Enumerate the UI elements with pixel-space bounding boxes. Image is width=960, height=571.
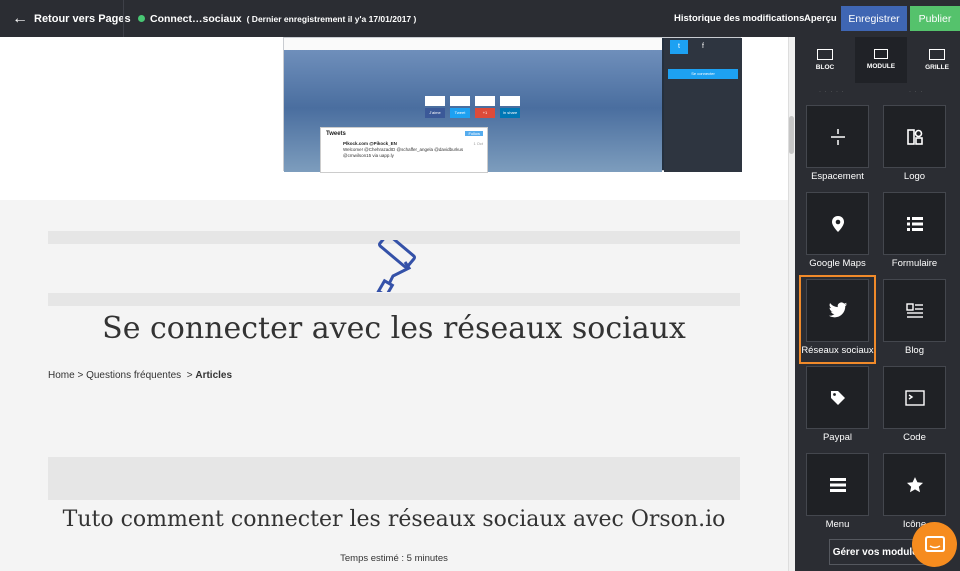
- breadcrumb-faq[interactable]: Questions fréquentes: [86, 370, 181, 381]
- module-tile-blog[interactable]: [883, 279, 946, 342]
- module-label: Paypal: [822, 432, 853, 443]
- separator-dots: · · ·: [909, 89, 924, 95]
- module-tile-logo[interactable]: [883, 105, 946, 168]
- history-link[interactable]: Historique des modifications: [674, 0, 804, 37]
- module-label: Logo: [903, 171, 926, 182]
- divider-bar: [48, 293, 740, 306]
- tweet-counter: [450, 96, 470, 106]
- tab-grille[interactable]: GRILLE: [911, 37, 960, 83]
- page-name: Connect…sociaux: [150, 12, 242, 25]
- tab-module[interactable]: MODULE: [855, 37, 907, 83]
- scrollbar-thumb[interactable]: [789, 116, 794, 154]
- page-status: Connect…sociaux ( Dernier enregistrement…: [138, 0, 416, 37]
- module-label: Espacement: [811, 171, 864, 182]
- tab-label: GRILLE: [925, 64, 949, 71]
- module-tile-form[interactable]: [883, 192, 946, 255]
- editor-canvas[interactable]: J'aime Tweet +1 In share Tweets Follow P…: [0, 37, 788, 571]
- tweet-date: 1 Oct: [473, 141, 483, 146]
- tab-label: BLOC: [815, 64, 835, 71]
- status-dot-icon: [138, 15, 145, 22]
- chat-icon: [924, 535, 945, 552]
- screenshot-main: J'aime Tweet +1 In share Tweets Follow P…: [284, 38, 662, 173]
- module-label: Formulaire: [891, 258, 938, 269]
- embedded-screenshot: J'aime Tweet +1 In share Tweets Follow P…: [283, 37, 742, 173]
- tweets-widget: Tweets Follow Plkock.com @Pikock_EN 1 Oc…: [320, 127, 488, 173]
- tweet-text: Welcome! @ChehrazadID @schaffer_angela @…: [343, 147, 464, 158]
- preview-link[interactable]: Aperçu: [804, 0, 837, 37]
- twitter-icon: t: [670, 40, 688, 54]
- tab-label: MODULE: [866, 63, 896, 70]
- tweets-title: Tweets: [326, 131, 346, 137]
- tag-icon: [830, 390, 845, 405]
- map-pin-icon: [831, 215, 844, 232]
- grid-icon: [929, 49, 945, 60]
- logo-icon: [906, 128, 923, 145]
- breadcrumb-separator: >: [186, 370, 193, 381]
- terminal-icon: [904, 389, 925, 406]
- module-tile-paypal[interactable]: [806, 366, 869, 429]
- share-button-linkedin: In share: [500, 108, 520, 118]
- facebook-icon: f: [694, 40, 712, 54]
- share-counter: [500, 96, 520, 106]
- blog-icon: [905, 302, 923, 318]
- arrow-left-icon: ←: [12, 9, 28, 27]
- share-button-google: +1: [475, 108, 495, 118]
- page-title[interactable]: Se connecter avec les réseaux sociaux: [0, 311, 788, 346]
- share-button-twitter: Tweet: [450, 108, 470, 118]
- like-counter: [425, 96, 445, 106]
- form-list-icon: [906, 216, 923, 231]
- star-icon: [906, 476, 923, 492]
- module-icon: [874, 49, 888, 59]
- module-label: Google Maps: [809, 258, 866, 269]
- spacing-icon: [830, 128, 845, 145]
- plus-counter: [475, 96, 495, 106]
- screenshot-sidebar: t f Se connecter: [664, 38, 742, 172]
- last-saved-note: ( Dernier enregistrement il y'a 17/01/20…: [246, 13, 417, 24]
- image-placeholder: [48, 457, 740, 500]
- module-label: Blog: [904, 345, 924, 356]
- divider: [123, 0, 124, 37]
- back-to-pages-link[interactable]: ← Retour vers Pages: [12, 0, 131, 37]
- module-tile-spacing[interactable]: [806, 105, 869, 168]
- module-label: Menu: [825, 519, 850, 530]
- estimated-time[interactable]: Temps estimé : 5 minutes: [0, 553, 788, 564]
- separator-dots: · · · · ·: [819, 89, 845, 95]
- top-bar: ← Retour vers Pages Connect…sociaux ( De…: [0, 0, 960, 37]
- chat-launcher-button[interactable]: [912, 522, 957, 567]
- breadcrumb: Home > Questions fréquentes > Articles: [48, 370, 232, 381]
- tweet-author: Plkock.com @Pikock_EN: [343, 141, 397, 146]
- share-button-facebook: J'aime: [425, 108, 445, 118]
- module-tile-code[interactable]: [883, 366, 946, 429]
- selection-highlight: [799, 275, 876, 364]
- publish-button[interactable]: Publier: [910, 6, 960, 31]
- follow-button: Follow: [465, 131, 483, 136]
- article-subtitle[interactable]: Tuto comment connecter les réseaux socia…: [0, 507, 788, 532]
- tab-bloc[interactable]: BLOC: [799, 37, 851, 83]
- module-tile-google-maps[interactable]: [806, 192, 869, 255]
- breadcrumb-home[interactable]: Home: [48, 370, 75, 381]
- module-tile-icon[interactable]: [883, 453, 946, 516]
- module-label: Code: [903, 432, 926, 443]
- block-icon: [817, 49, 833, 60]
- module-tile-menu[interactable]: [806, 453, 869, 516]
- breadcrumb-current: Articles: [195, 370, 233, 381]
- paint-roller-icon: [376, 240, 416, 292]
- hamburger-menu-icon: [829, 477, 846, 492]
- back-label: Retour vers Pages: [34, 12, 131, 25]
- save-button[interactable]: Enregistrer: [841, 6, 907, 31]
- breadcrumb-separator: >: [77, 370, 84, 381]
- connect-button: Se connecter: [668, 69, 738, 79]
